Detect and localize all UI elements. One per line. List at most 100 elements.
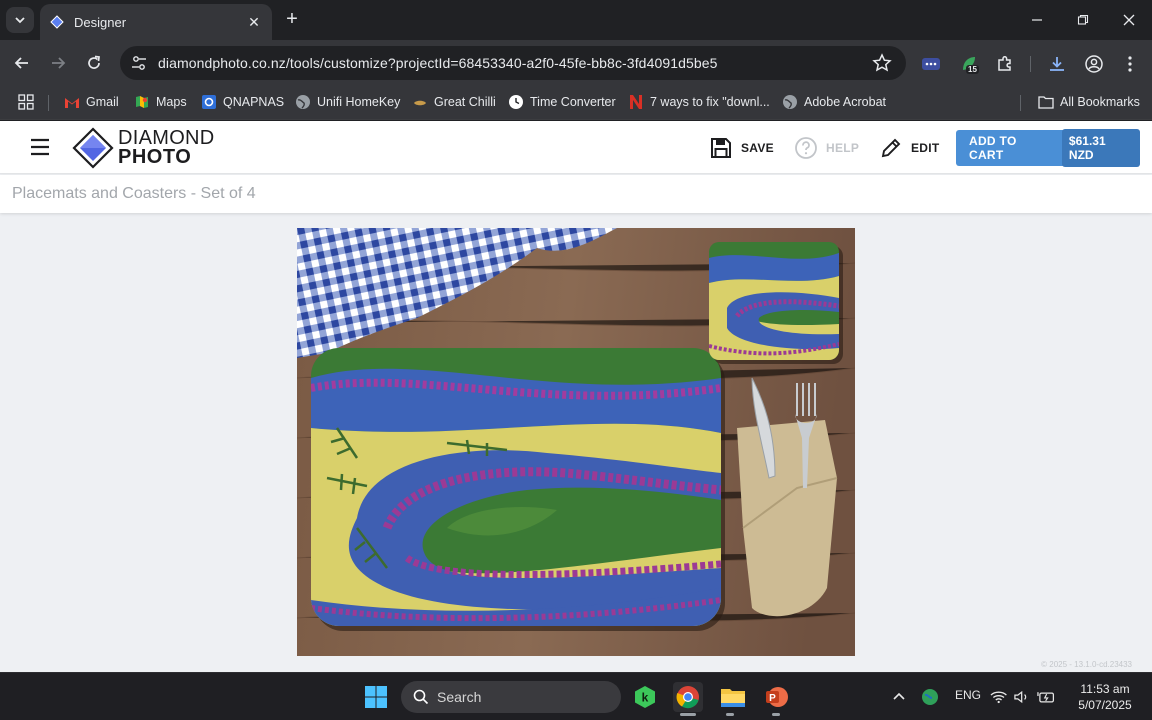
bookmark-time-converter[interactable]: Time Converter <box>508 94 616 110</box>
coaster <box>709 242 839 360</box>
puzzle-icon <box>998 55 1011 71</box>
bookmarks-bar: Gmail Maps QNAPNAS Unifi HomeKey Great C… <box>0 86 1152 120</box>
logo-line2: PHOTO <box>118 146 192 168</box>
browser-toolbar: diamondphoto.co.nz/tools/customize?proje… <box>0 40 1152 86</box>
svg-text:P: P <box>769 693 776 704</box>
chevron-down-icon <box>15 17 25 24</box>
arrow-left-icon <box>14 57 28 69</box>
battery-charging-icon <box>1037 692 1054 703</box>
arrow-right-icon <box>52 57 66 69</box>
pencil-icon <box>881 138 901 158</box>
taskbar-powerpoint[interactable]: P <box>761 682 791 712</box>
tab-close-icon[interactable]: ✕ <box>246 14 262 31</box>
network-volume-battery[interactable] <box>990 682 1056 712</box>
tray-overflow-button[interactable] <box>884 682 914 712</box>
folder-icon <box>721 689 745 707</box>
toolbar-separator <box>1030 56 1031 72</box>
powerpoint-indicator <box>772 713 780 716</box>
chrome-active-indicator <box>680 713 696 716</box>
product-title: Placemats and Coasters - Set of 4 <box>12 185 256 202</box>
bookmark-7-ways[interactable]: 7 ways to fix "downl... <box>628 94 770 110</box>
url-text: diamondphoto.co.nz/tools/customize?proje… <box>158 55 718 71</box>
bookmark-label: Great Chilli <box>434 95 496 109</box>
bookmark-great-chilli[interactable]: Great Chilli <box>412 94 496 110</box>
system-clock[interactable]: 11:53 am 5/07/2025 <box>1070 681 1140 713</box>
web-page: DIAMOND PHOTO SAVE HELP EDIT ADD TO CART… <box>0 121 1152 672</box>
tab-title: Designer <box>74 14 127 30</box>
browser-menu-button[interactable] <box>1119 53 1141 75</box>
bookmark-maps[interactable]: Maps <box>134 94 187 110</box>
globe-icon <box>295 94 311 110</box>
clock-time: 11:53 am <box>1080 682 1130 696</box>
bookmark-qnapnas[interactable]: QNAPNAS <box>201 94 284 110</box>
reload-button[interactable] <box>84 53 104 73</box>
browser-tab-designer[interactable]: Designer ✕ <box>40 4 272 40</box>
start-button[interactable] <box>361 682 391 712</box>
language-indicator[interactable]: ENG <box>955 688 981 702</box>
maps-icon <box>134 94 150 110</box>
chevron-up-icon <box>893 692 905 700</box>
clock-date: 5/07/2025 <box>1078 698 1132 712</box>
placemat-coaster-mockup <box>297 228 855 656</box>
version-label: © 2025 - 13.1.0-cd.23433 <box>1041 660 1132 669</box>
bookmarks-separator <box>1020 95 1021 111</box>
new-tab-button[interactable]: + <box>282 9 302 29</box>
n-icon <box>628 94 644 110</box>
address-bar[interactable]: diamondphoto.co.nz/tools/customize?proje… <box>120 46 906 80</box>
back-button[interactable] <box>12 53 32 73</box>
taskbar-file-explorer[interactable] <box>718 682 748 712</box>
restore-icon <box>1077 14 1089 25</box>
svg-text:k: k <box>642 691 649 705</box>
volume-icon <box>1014 690 1027 704</box>
globe-icon <box>782 94 798 110</box>
close-window-button[interactable] <box>1114 10 1144 30</box>
extension-dots-button[interactable] <box>920 53 942 75</box>
account-icon <box>1085 55 1103 73</box>
site-settings-icon <box>132 56 146 70</box>
tray-app-icon[interactable] <box>915 682 945 712</box>
profile-button[interactable] <box>1083 53 1105 75</box>
tab-search-button[interactable] <box>6 7 34 33</box>
site-header: DIAMOND PHOTO SAVE HELP EDIT ADD TO CART… <box>0 121 1152 174</box>
edit-button[interactable]: EDIT <box>879 136 940 160</box>
product-title-bar: Placemats and Coasters - Set of 4 <box>0 175 1152 213</box>
chrome-icon <box>676 686 699 709</box>
product-preview-canvas[interactable] <box>297 228 855 656</box>
site-logo[interactable]: DIAMOND PHOTO <box>72 127 215 169</box>
downloads-button[interactable] <box>1046 53 1068 75</box>
bookmark-label: Maps <box>156 95 187 109</box>
edit-label: EDIT <box>911 141 940 155</box>
download-icon <box>1050 57 1064 71</box>
all-bookmarks-button[interactable]: All Bookmarks <box>1038 94 1140 110</box>
bookmark-label: Adobe Acrobat <box>804 95 887 109</box>
save-label: SAVE <box>741 141 774 155</box>
taskbar-app-k[interactable]: k <box>630 682 660 712</box>
globe-sync-icon <box>922 689 938 705</box>
help-button[interactable]: HELP <box>794 136 859 160</box>
bookmark-unifi-homekey[interactable]: Unifi HomeKey <box>295 94 400 110</box>
hamburger-menu-icon[interactable] <box>30 138 50 156</box>
qnap-icon <box>201 94 217 110</box>
apps-button[interactable] <box>18 94 34 110</box>
minimize-button[interactable] <box>1022 10 1052 30</box>
taskbar-chrome[interactable] <box>673 682 703 712</box>
forward-button[interactable] <box>48 53 68 73</box>
extension-badge-button[interactable]: 15 <box>958 53 980 75</box>
add-to-cart-button[interactable]: ADD TO CART $61.31 NZD <box>956 129 1140 167</box>
bookmark-gmail[interactable]: Gmail <box>64 94 119 110</box>
bookmark-label: QNAPNAS <box>223 95 285 109</box>
taskbar-search-label: Search <box>437 689 482 705</box>
folder-icon <box>1038 94 1054 110</box>
extensions-menu-button[interactable] <box>994 53 1016 75</box>
diamond-favicon-icon <box>50 15 64 29</box>
help-label: HELP <box>826 141 860 155</box>
taskbar-search[interactable]: Search <box>401 681 621 713</box>
bookmark-adobe-acrobat[interactable]: Adobe Acrobat <box>782 94 886 110</box>
placemat <box>311 348 721 626</box>
bookmark-star-icon[interactable] <box>872 53 892 73</box>
wifi-icon <box>990 691 1007 704</box>
gmail-icon <box>64 94 80 110</box>
windows-logo-icon <box>365 686 387 708</box>
restore-button[interactable] <box>1068 10 1098 30</box>
save-button[interactable]: SAVE <box>709 136 774 160</box>
